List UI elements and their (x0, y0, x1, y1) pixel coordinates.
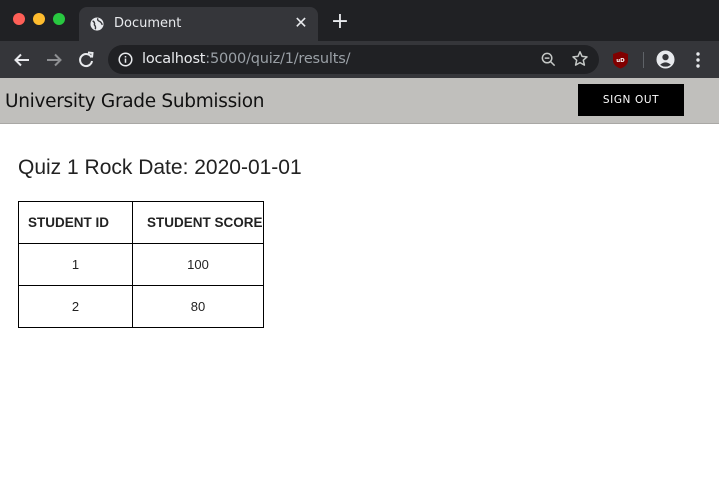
results-table: STUDENT ID STUDENT SCORE 1 100 2 80 (18, 201, 264, 328)
table-row: 1 100 (18, 243, 264, 286)
globe-icon (90, 17, 104, 31)
browser-tab-active[interactable]: Document ✕ (79, 7, 318, 41)
student-id-cell: 1 (18, 243, 133, 286)
url-host: localhost (142, 51, 206, 67)
table-header-row: STUDENT ID STUDENT SCORE (18, 201, 264, 244)
student-score-cell: 80 (132, 285, 264, 328)
back-arrow-icon[interactable] (11, 49, 33, 71)
reload-icon[interactable] (75, 49, 97, 71)
student-score-cell: 100 (132, 243, 264, 286)
table-row: 2 80 (18, 285, 264, 328)
profile-avatar-icon[interactable] (656, 50, 675, 69)
url-text[interactable]: localhost:5000/quiz/1/results/ (142, 51, 350, 67)
ublock-extension-icon[interactable]: uD (612, 51, 629, 69)
new-tab-icon[interactable]: + (330, 11, 350, 33)
browser-tab-strip: Document ✕ + (0, 0, 719, 41)
close-icon[interactable]: ✕ (293, 16, 309, 32)
minimize-window-button[interactable] (33, 13, 45, 25)
browser-toolbar: localhost:5000/quiz/1/results/ uD (0, 41, 719, 78)
bookmark-star-icon[interactable] (571, 50, 589, 68)
student-id-cell: 2 (18, 285, 133, 328)
zoom-icon[interactable] (540, 51, 557, 68)
site-header: University Grade Submission SIGN OUT (0, 78, 719, 124)
svg-text:uD: uD (616, 58, 625, 64)
sign-out-button[interactable]: SIGN OUT (578, 84, 684, 116)
quiz-heading: Quiz 1 Rock Date: 2020-01-01 (18, 156, 302, 179)
forward-arrow-icon[interactable] (43, 49, 65, 71)
url-path: :5000/quiz/1/results/ (205, 51, 351, 67)
column-header-student-id: STUDENT ID (18, 201, 133, 244)
tab-title: Document (114, 16, 182, 31)
site-title: University Grade Submission (5, 91, 265, 112)
more-menu-icon[interactable] (691, 51, 705, 69)
maximize-window-button[interactable] (53, 13, 65, 25)
address-bar[interactable]: localhost:5000/quiz/1/results/ (108, 45, 599, 74)
toolbar-divider (643, 52, 644, 68)
column-header-student-score: STUDENT SCORE (132, 201, 264, 244)
info-icon[interactable] (118, 52, 133, 67)
close-window-button[interactable] (13, 13, 25, 25)
